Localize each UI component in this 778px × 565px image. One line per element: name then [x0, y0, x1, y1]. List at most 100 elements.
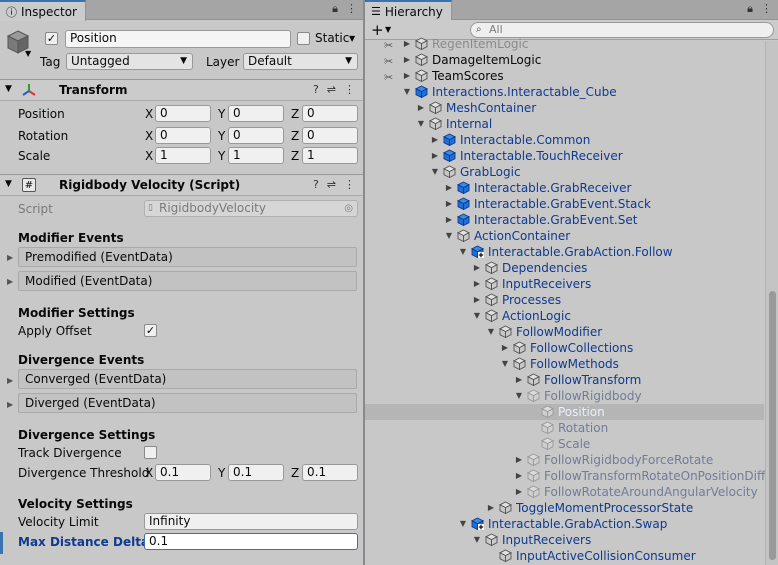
- hierarchy-row[interactable]: ▼ ActionLogic: [365, 308, 764, 324]
- hierarchy-row[interactable]: ▶ InputReceivers: [365, 276, 764, 292]
- preset-sliders-icon[interactable]: ⇌: [327, 83, 336, 96]
- hierarchy-row[interactable]: ▶ FollowRigidbodyForceRotate: [365, 452, 764, 468]
- hierarchy-scrollbar[interactable]: [765, 41, 778, 565]
- velocity-limit-field[interactable]: Infinity: [144, 513, 358, 530]
- hierarchy-row[interactable]: ▼ FollowRigidbody: [365, 388, 764, 404]
- hierarchy-row[interactable]: Scale: [365, 436, 764, 452]
- hierarchy-row[interactable]: ▶ Dependencies: [365, 260, 764, 276]
- fold-down-icon[interactable]: ▼: [5, 84, 12, 94]
- lock-icon[interactable]: 🔒︎: [747, 2, 753, 16]
- hierarchy-row[interactable]: ▶ ToggleMomentProcessorState: [365, 500, 764, 516]
- scrollbar-thumb[interactable]: [769, 291, 776, 560]
- hierarchy-row[interactable]: ▶ RegenItemLogic: [365, 36, 764, 52]
- expand-down-icon[interactable]: ▼: [500, 356, 510, 372]
- hierarchy-row[interactable]: ▶ MeshContainer: [365, 100, 764, 116]
- hierarchy-row[interactable]: ▶ FollowRotateAroundAngularVelocity: [365, 484, 764, 500]
- expand-right-icon[interactable]: ▶: [472, 260, 482, 276]
- expand-right-icon[interactable]: ▶: [402, 36, 412, 52]
- scale-y-field[interactable]: 1: [228, 147, 284, 164]
- expand-right-icon[interactable]: ▶: [402, 68, 412, 84]
- fold-right-icon[interactable]: ▶: [7, 376, 13, 385]
- icon-dropdown-caret-icon[interactable]: ▼: [25, 49, 31, 58]
- kebab-menu-icon[interactable]: ⋮: [346, 2, 357, 16]
- expand-down-icon[interactable]: ▼: [430, 164, 440, 180]
- fold-down-icon[interactable]: ▼: [5, 179, 12, 189]
- max-distance-field[interactable]: 0.1: [144, 533, 358, 550]
- kebab-menu-icon[interactable]: ⋮: [761, 2, 772, 16]
- hierarchy-row[interactable]: Position: [365, 404, 764, 420]
- hierarchy-row[interactable]: ▶ Interactable.GrabEvent.Stack: [365, 196, 764, 212]
- fold-right-icon[interactable]: ▶: [7, 400, 13, 409]
- kebab-menu-icon[interactable]: ⋮: [344, 83, 355, 96]
- kebab-menu-icon[interactable]: ⋮: [344, 178, 355, 191]
- hierarchy-row[interactable]: InputActiveCollisionConsumer: [365, 548, 764, 564]
- expand-right-icon[interactable]: ▶: [514, 484, 524, 500]
- rigidbody-velocity-header[interactable]: ▼ # Rigidbody Velocity (Script) ? ⇌ ⋮: [0, 174, 363, 196]
- hierarchy-row[interactable]: ▼ Internal: [365, 116, 764, 132]
- expand-right-icon[interactable]: ▶: [472, 292, 482, 308]
- expand-down-icon[interactable]: ▼: [402, 84, 412, 100]
- expand-down-icon[interactable]: ▼: [416, 116, 426, 132]
- expand-down-icon[interactable]: ▼: [458, 516, 468, 532]
- expand-right-icon[interactable]: ▶: [514, 452, 524, 468]
- premodified-event[interactable]: Premodified (EventData): [18, 247, 357, 267]
- tag-dropdown[interactable]: Untagged ▼: [66, 53, 193, 70]
- tab-inspector[interactable]: ⓘ Inspector: [0, 0, 86, 21]
- expand-down-icon[interactable]: ▼: [472, 308, 482, 324]
- expand-right-icon[interactable]: ▶: [472, 276, 482, 292]
- expand-right-icon[interactable]: ▶: [486, 500, 496, 516]
- tab-hierarchy[interactable]: ☰ Hierarchy: [365, 0, 452, 21]
- hierarchy-row[interactable]: ▼ Interactable.GrabAction.Follow: [365, 244, 764, 260]
- hierarchy-row[interactable]: ▼ ActionContainer: [365, 228, 764, 244]
- fold-right-icon[interactable]: ▶: [7, 253, 13, 262]
- transform-header[interactable]: ▼ Transform ? ⇌ ⋮: [0, 79, 363, 101]
- hierarchy-row[interactable]: ▼ GrabLogic: [365, 164, 764, 180]
- hierarchy-row[interactable]: ▶ Interactable.GrabReceiver: [365, 180, 764, 196]
- expand-right-icon[interactable]: ▶: [402, 52, 412, 68]
- expand-right-icon[interactable]: ▶: [514, 372, 524, 388]
- diverged-event[interactable]: Diverged (EventData): [18, 393, 357, 413]
- chevron-down-icon[interactable]: ▼: [385, 25, 391, 34]
- expand-right-icon[interactable]: ▶: [444, 212, 454, 228]
- expand-down-icon[interactable]: ▼: [472, 532, 482, 548]
- scale-x-field[interactable]: 1: [155, 147, 211, 164]
- converged-event[interactable]: Converged (EventData): [18, 369, 357, 389]
- hierarchy-row[interactable]: ▶ DamageItemLogic: [365, 52, 764, 68]
- hierarchy-row[interactable]: ▶ Interactable.GrabEvent.Set: [365, 212, 764, 228]
- expand-down-icon[interactable]: ▼: [514, 388, 524, 404]
- hierarchy-row[interactable]: ▼ FollowMethods: [365, 356, 764, 372]
- threshold-x-field[interactable]: 0.1: [155, 464, 211, 481]
- object-name-field[interactable]: Position: [65, 30, 291, 48]
- expand-right-icon[interactable]: ▶: [430, 148, 440, 164]
- hierarchy-row[interactable]: ▶ TeamScores: [365, 68, 764, 84]
- expand-right-icon[interactable]: ▶: [444, 196, 454, 212]
- expand-right-icon[interactable]: ▶: [500, 340, 510, 356]
- position-y-field[interactable]: 0: [228, 105, 284, 122]
- scale-z-field[interactable]: 1: [302, 147, 358, 164]
- object-picker-icon[interactable]: ◎: [344, 201, 353, 216]
- expand-right-icon[interactable]: ▶: [444, 180, 454, 196]
- hierarchy-row[interactable]: ▶ Processes: [365, 292, 764, 308]
- hierarchy-row[interactable]: Rotation: [365, 420, 764, 436]
- static-dropdown-icon[interactable]: ▼: [349, 34, 355, 43]
- help-icon[interactable]: ?: [313, 178, 319, 191]
- hierarchy-row[interactable]: ▼ Interactions.Interactable_Cube: [365, 84, 764, 100]
- active-toggle[interactable]: ✓: [45, 32, 58, 45]
- lock-icon[interactable]: 🔒︎: [332, 2, 338, 16]
- position-x-field[interactable]: 0: [155, 105, 211, 122]
- expand-right-icon[interactable]: ▶: [514, 468, 524, 484]
- hierarchy-row[interactable]: ▶ FollowCollections: [365, 340, 764, 356]
- expand-down-icon[interactable]: ▼: [444, 228, 454, 244]
- threshold-z-field[interactable]: 0.1: [302, 464, 358, 481]
- apply-offset-checkbox[interactable]: ✓: [144, 324, 157, 337]
- threshold-y-field[interactable]: 0.1: [228, 464, 284, 481]
- rotation-x-field[interactable]: 0: [155, 127, 211, 144]
- expand-down-icon[interactable]: ▼: [458, 244, 468, 260]
- hierarchy-row[interactable]: ▼ FollowModifier: [365, 324, 764, 340]
- hierarchy-row[interactable]: ▶ FollowTransform: [365, 372, 764, 388]
- rotation-z-field[interactable]: 0: [302, 127, 358, 144]
- hierarchy-row[interactable]: ▶ Interactable.Common: [365, 132, 764, 148]
- expand-right-icon[interactable]: ▶: [416, 100, 426, 116]
- hierarchy-row[interactable]: ▼ Interactable.GrabAction.Swap: [365, 516, 764, 532]
- static-toggle[interactable]: [297, 32, 310, 45]
